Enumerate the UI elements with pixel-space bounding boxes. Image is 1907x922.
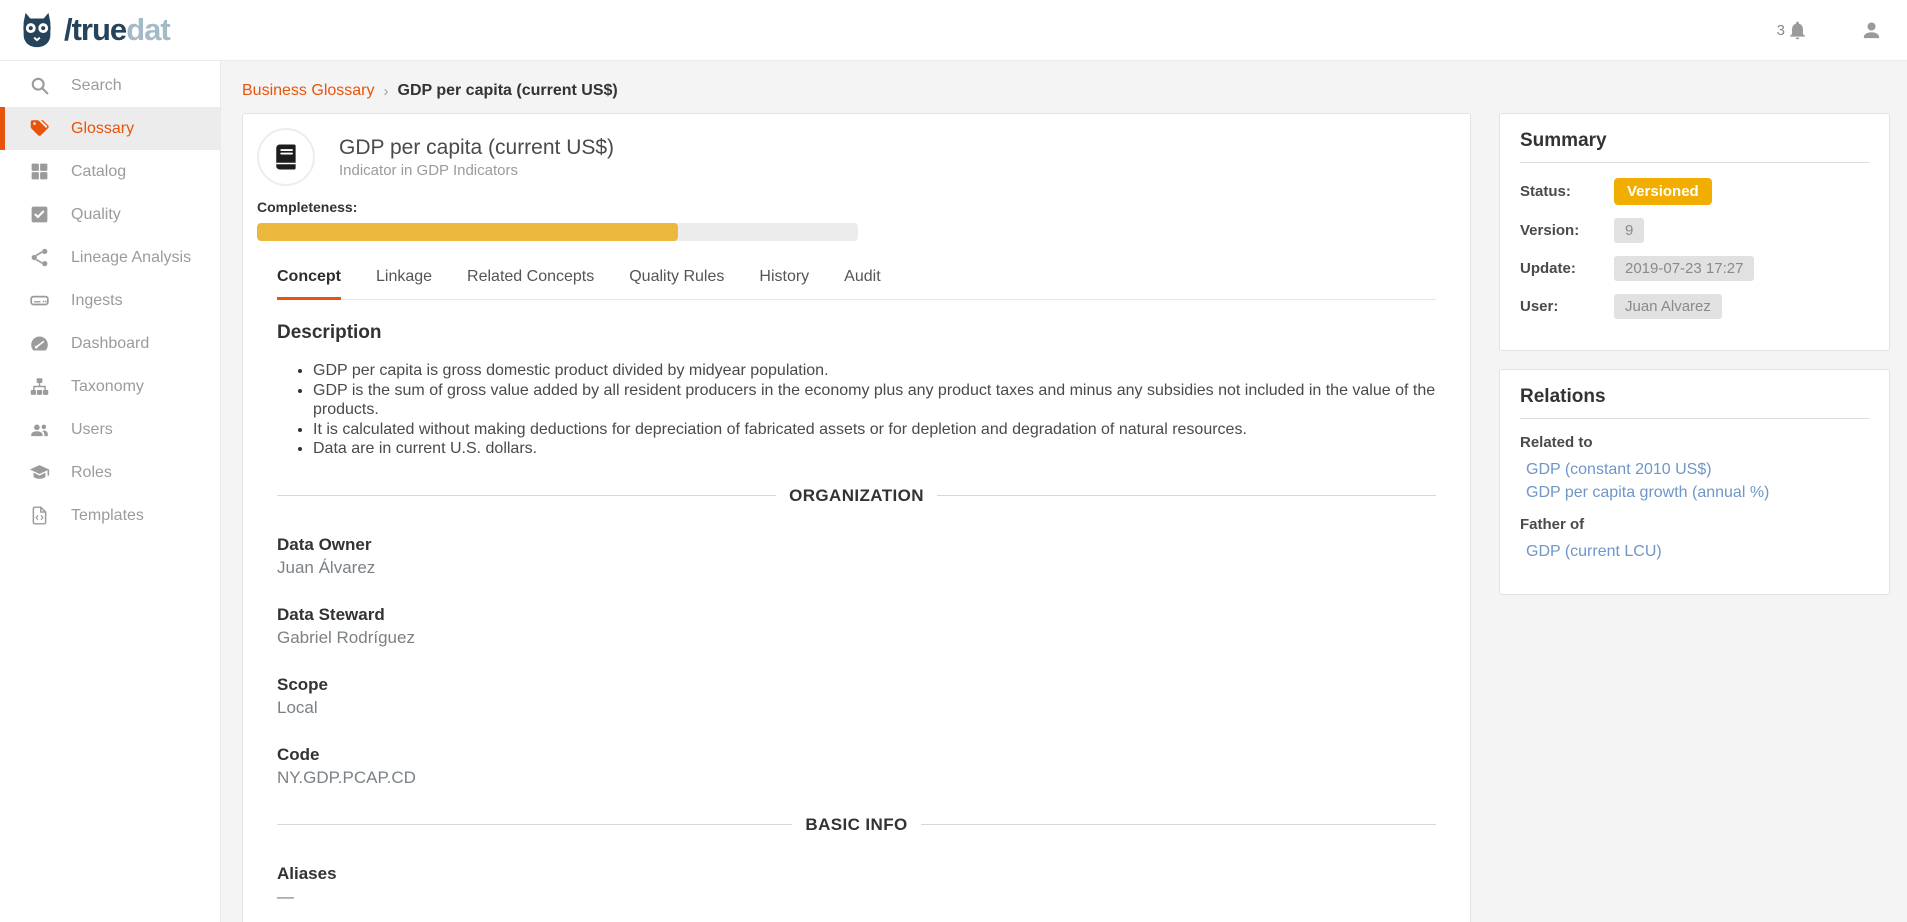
- owl-logo-icon: [16, 10, 58, 50]
- breadcrumb-parent-link[interactable]: Business Glossary: [242, 82, 375, 100]
- breadcrumb-current: GDP per capita (current US$): [398, 82, 618, 100]
- grid-icon: [29, 161, 50, 182]
- server-icon: [29, 290, 50, 311]
- user-menu-button[interactable]: [1860, 19, 1883, 42]
- description-bullet: GDP is the sum of gross value added by a…: [313, 381, 1436, 420]
- sidebar-item-roles[interactable]: Roles: [0, 451, 220, 494]
- concept-field-scope: Scope Local: [277, 675, 1436, 718]
- sidebar-item-glossary[interactable]: Glossary: [0, 107, 220, 150]
- description-heading: Description: [277, 322, 1436, 344]
- concept-field-data-owner: Data Owner Juan Álvarez: [277, 535, 1436, 578]
- relation-link[interactable]: GDP per capita growth (annual %): [1520, 481, 1869, 504]
- status-badge: Versioned: [1614, 178, 1712, 205]
- section-divider-label: BASIC INFO: [805, 815, 907, 835]
- sidebar-item-quality[interactable]: Quality: [0, 193, 220, 236]
- concept-field-data-steward: Data Steward Gabriel Rodríguez: [277, 605, 1436, 648]
- relations-group-father-of: Father of GDP (current LCU): [1520, 516, 1869, 563]
- relation-link[interactable]: GDP (current LCU): [1520, 540, 1869, 563]
- section-divider-organization: ORGANIZATION: [277, 486, 1436, 506]
- search-icon: [29, 75, 50, 96]
- summary-title: Summary: [1520, 130, 1869, 163]
- completeness-section: Completeness:: [257, 199, 1456, 241]
- right-panel: Summary Status: Versioned Version: 9 Upd…: [1499, 113, 1890, 595]
- summary-row-update: Update: 2019-07-23 17:27: [1520, 256, 1869, 281]
- description-bullet: GDP per capita is gross domestic product…: [313, 361, 1436, 381]
- tab-history[interactable]: History: [759, 268, 809, 300]
- basic-info-fields: Aliases — GDPR No: [277, 864, 1436, 922]
- relation-link[interactable]: GDP (constant 2010 US$): [1520, 458, 1869, 481]
- status-badge: 2019-07-23 17:27: [1614, 256, 1754, 281]
- tab-quality-rules[interactable]: Quality Rules: [629, 268, 724, 300]
- section-divider-basic-info: BASIC INFO: [277, 815, 1436, 835]
- sitemap-icon: [29, 376, 50, 397]
- sidebar: Search Glossary Catalog Quality Lineage …: [0, 61, 221, 922]
- completeness-progress-fill: [257, 223, 678, 241]
- section-divider-label: ORGANIZATION: [789, 486, 924, 506]
- concept-avatar: [257, 128, 315, 186]
- status-badge: 9: [1614, 218, 1644, 243]
- notification-count-badge: 3: [1777, 22, 1785, 39]
- file-code-icon: [29, 505, 50, 526]
- sidebar-item-search[interactable]: Search: [0, 64, 220, 107]
- users-icon: [29, 419, 50, 440]
- sidebar-item-lineage-analysis[interactable]: Lineage Analysis: [0, 236, 220, 279]
- completeness-label: Completeness:: [257, 199, 1456, 215]
- sidebar-item-ingests[interactable]: Ingests: [0, 279, 220, 322]
- concept-field-code: Code NY.GDP.PCAP.CD: [277, 745, 1436, 788]
- user-avatar-icon: [1860, 19, 1883, 42]
- summary-row-user: User: Juan Alvarez: [1520, 294, 1869, 319]
- concept-card: GDP per capita (current US$) Indicator i…: [242, 113, 1471, 922]
- tab-linkage[interactable]: Linkage: [376, 268, 432, 300]
- bell-icon: [1787, 20, 1808, 41]
- summary-card: Summary Status: Versioned Version: 9 Upd…: [1499, 113, 1890, 351]
- description-bullet: It is calculated without making deductio…: [313, 420, 1436, 440]
- status-badge: Juan Alvarez: [1614, 294, 1722, 319]
- relations-card: Relations Related to GDP (constant 2010 …: [1499, 369, 1890, 595]
- breadcrumb-separator-icon: ›: [384, 83, 389, 100]
- relations-group-label: Father of: [1520, 516, 1869, 533]
- concept-tabs: Concept Linkage Related Concepts Quality Ru…: [277, 268, 1436, 300]
- tab-related-concepts[interactable]: Related Concepts: [467, 268, 594, 300]
- completeness-progress-bar: [257, 223, 858, 241]
- sidebar-item-catalog[interactable]: Catalog: [0, 150, 220, 193]
- app-logo[interactable]: /truedat: [16, 10, 170, 50]
- concept-subtitle: Indicator in GDP Indicators: [339, 162, 614, 179]
- breadcrumb: Business Glossary › GDP per capita (curr…: [242, 82, 1890, 100]
- tags-icon: [29, 118, 50, 139]
- share-icon: [29, 247, 50, 268]
- sidebar-item-dashboard[interactable]: Dashboard: [0, 322, 220, 365]
- page-title: GDP per capita (current US$): [339, 135, 614, 160]
- app-logo-text: /truedat: [64, 12, 170, 48]
- description-list: GDP per capita is gross domestic product…: [277, 361, 1436, 459]
- sidebar-item-taxonomy[interactable]: Taxonomy: [0, 365, 220, 408]
- relations-group-label: Related to: [1520, 434, 1869, 451]
- concept-field-aliases: Aliases —: [277, 864, 1436, 907]
- relations-title: Relations: [1520, 386, 1869, 419]
- summary-row-status: Status: Versioned: [1520, 178, 1869, 205]
- sidebar-item-users[interactable]: Users: [0, 408, 220, 451]
- check-square-icon: [29, 204, 50, 225]
- notifications-button[interactable]: 3: [1777, 20, 1808, 41]
- relations-group-related-to: Related to GDP (constant 2010 US$)GDP pe…: [1520, 434, 1869, 504]
- description-bullet: Data are in current U.S. dollars.: [313, 439, 1436, 459]
- summary-row-version: Version: 9: [1520, 218, 1869, 243]
- book-icon: [271, 142, 301, 172]
- app-header: /truedat 3: [0, 0, 1907, 61]
- gauge-icon: [29, 333, 50, 354]
- organization-fields: Data Owner Juan Álvarez Data Steward Gab…: [277, 535, 1436, 788]
- sidebar-item-templates[interactable]: Templates: [0, 494, 220, 537]
- tab-audit[interactable]: Audit: [844, 268, 880, 300]
- tab-concept[interactable]: Concept: [277, 268, 341, 300]
- graduation-cap-icon: [29, 462, 50, 483]
